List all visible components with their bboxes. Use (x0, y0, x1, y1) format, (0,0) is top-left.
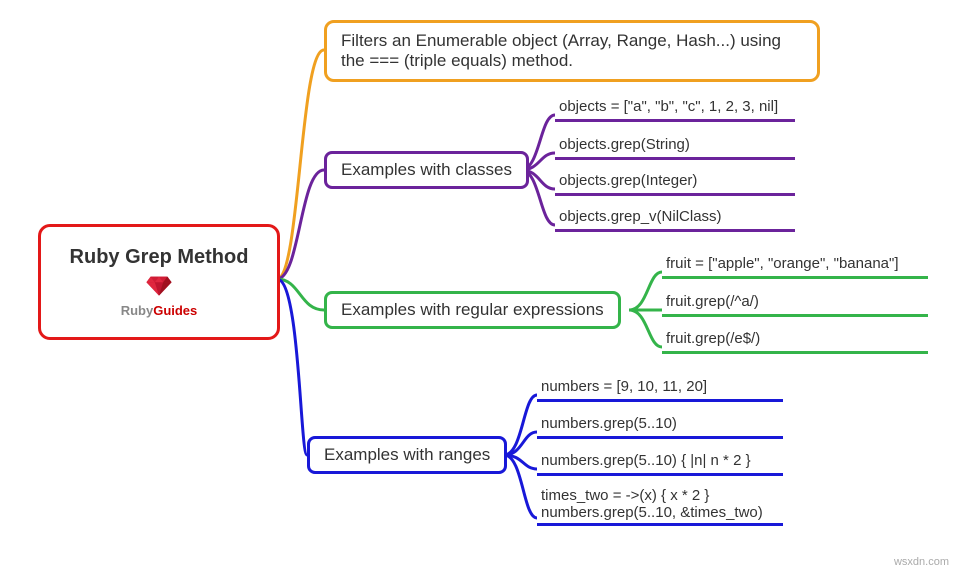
root-subtitle: RubyGuides (121, 303, 198, 318)
ruby-gem-icon (145, 273, 173, 302)
subtitle-gray: Ruby (121, 303, 154, 318)
branch-classes-label: Examples with classes (341, 160, 512, 179)
leaf-classes-0[interactable]: objects = ["a", "b", "c", 1, 2, 3, nil] (555, 94, 795, 122)
leaf-ranges-3-line2: numbers.grep(5..10, &times_two) (541, 504, 779, 521)
leaf-regex-1[interactable]: fruit.grep(/^a/) (662, 289, 928, 317)
branch-ranges-label: Examples with ranges (324, 445, 490, 464)
leaf-ranges-2[interactable]: numbers.grep(5..10) { |n| n * 2 } (537, 448, 783, 476)
branch-regex-label: Examples with regular expressions (341, 300, 604, 319)
description-box[interactable]: Filters an Enumerable object (Array, Ran… (324, 20, 820, 82)
subtitle-red: Guides (153, 303, 197, 318)
description-text: Filters an Enumerable object (Array, Ran… (341, 31, 781, 70)
root-node[interactable]: Ruby Grep Method RubyGuides (38, 224, 280, 340)
branch-ranges[interactable]: Examples with ranges (307, 436, 507, 474)
leaf-regex-2[interactable]: fruit.grep(/e$/) (662, 326, 928, 354)
leaf-classes-1[interactable]: objects.grep(String) (555, 132, 795, 160)
leaf-ranges-1[interactable]: numbers.grep(5..10) (537, 411, 783, 439)
branch-regex[interactable]: Examples with regular expressions (324, 291, 621, 329)
leaf-classes-2[interactable]: objects.grep(Integer) (555, 168, 795, 196)
leaf-ranges-3[interactable]: times_two = ->(x) { x * 2 } numbers.grep… (537, 485, 783, 526)
leaf-ranges-3-line1: times_two = ->(x) { x * 2 } (541, 487, 779, 504)
watermark: wsxdn.com (894, 556, 949, 568)
leaf-classes-3[interactable]: objects.grep_v(NilClass) (555, 204, 795, 232)
leaf-regex-0[interactable]: fruit = ["apple", "orange", "banana"] (662, 251, 928, 279)
root-title: Ruby Grep Method (70, 246, 249, 269)
branch-classes[interactable]: Examples with classes (324, 151, 529, 189)
leaf-ranges-0[interactable]: numbers = [9, 10, 11, 20] (537, 374, 783, 402)
